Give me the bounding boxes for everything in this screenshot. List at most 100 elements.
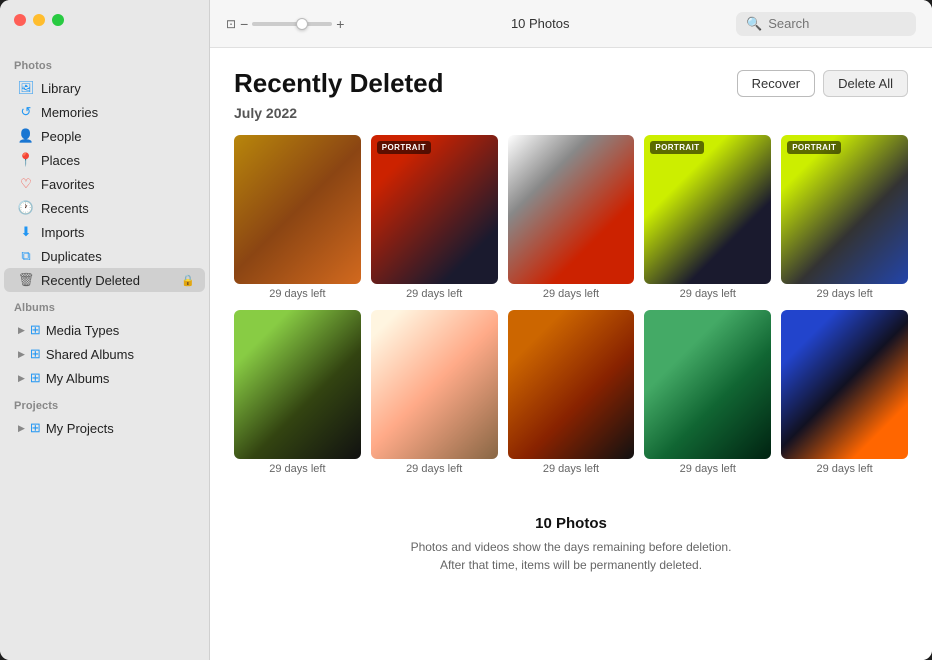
trash-icon: 🗑: [18, 272, 34, 288]
places-icon: 📍: [18, 152, 34, 168]
photo-item[interactable]: 29 days left: [508, 310, 635, 475]
photo-thumbnail: [508, 135, 635, 284]
photo-days-label: 29 days left: [816, 463, 872, 475]
photo-days-label: 29 days left: [406, 463, 462, 475]
close-button[interactable]: [14, 14, 26, 26]
toolbar: ⊡ − + 10 Photos 🔍: [210, 0, 932, 48]
action-buttons: Recover Delete All: [737, 70, 908, 97]
chevron-right-icon: ▶: [18, 325, 25, 336]
photo-item[interactable]: 29 days left: [234, 135, 361, 300]
search-input[interactable]: [768, 16, 908, 31]
sidebar-item-label: Duplicates: [41, 249, 102, 264]
photo-thumbnail: PORTRAIT: [644, 135, 771, 284]
photo-grid: 29 days left PORTRAIT 29 days left 29 da…: [234, 135, 908, 475]
duplicates-icon: ⧉: [18, 248, 34, 264]
sidebar-item-imports[interactable]: ⬇ Imports: [4, 220, 205, 244]
photo-item[interactable]: 29 days left: [371, 310, 498, 475]
photo-thumbnail: [781, 310, 908, 459]
photo-days-label: 29 days left: [406, 288, 462, 300]
sidebar-item-duplicates[interactable]: ⧉ Duplicates: [4, 244, 205, 268]
sidebar-item-label: Recently Deleted: [41, 273, 140, 288]
photo-item[interactable]: 29 days left: [234, 310, 361, 475]
recents-icon: 🕐: [18, 200, 34, 216]
traffic-lights: [14, 14, 64, 26]
zoom-minus-icon[interactable]: −: [240, 16, 248, 32]
sidebar-item-recently-deleted[interactable]: 🗑 Recently Deleted 🔒: [4, 268, 205, 292]
content-area: Recently Deleted Recover Delete All July…: [210, 48, 932, 660]
photo-item[interactable]: 29 days left: [781, 310, 908, 475]
delete-all-button[interactable]: Delete All: [823, 70, 908, 97]
my-albums-icon: ⊞: [30, 370, 41, 386]
lock-icon: 🔒: [181, 274, 195, 287]
sidebar-item-places[interactable]: 📍 Places: [4, 148, 205, 172]
photo-days-label: 29 days left: [816, 288, 872, 300]
main-content: ⊡ − + 10 Photos 🔍 Recently Deleted Recov…: [210, 0, 932, 660]
photo-days-label: 29 days left: [269, 463, 325, 475]
sidebar-item-favorites[interactable]: ♡ Favorites: [4, 172, 205, 196]
photo-item[interactable]: PORTRAIT 29 days left: [781, 135, 908, 300]
photo-item[interactable]: PORTRAIT 29 days left: [371, 135, 498, 300]
photo-thumbnail: PORTRAIT: [371, 135, 498, 284]
search-icon: 🔍: [746, 16, 762, 32]
footer-count: 10 Photos: [234, 515, 908, 532]
sidebar-item-label: Shared Albums: [46, 347, 134, 362]
photo-item[interactable]: 29 days left: [644, 310, 771, 475]
sidebar-item-recents[interactable]: 🕐 Recents: [4, 196, 205, 220]
sidebar-item-shared-albums[interactable]: ▶ ⊞ Shared Albums: [4, 342, 205, 366]
sidebar-item-my-projects[interactable]: ▶ ⊞ My Projects: [4, 416, 205, 440]
photo-thumbnail: [508, 310, 635, 459]
photo-days-label: 29 days left: [680, 463, 736, 475]
photo-days-label: 29 days left: [543, 463, 599, 475]
footer-desc-line1: Photos and videos show the days remainin…: [411, 540, 732, 554]
portrait-badge: PORTRAIT: [787, 141, 841, 154]
slideshow-icon: ⊡: [226, 17, 236, 31]
content-header: Recently Deleted Recover Delete All: [234, 68, 908, 99]
chevron-right-icon: ▶: [18, 349, 25, 360]
sidebar-item-label: Media Types: [46, 323, 119, 338]
sidebar-item-label: People: [41, 129, 81, 144]
photo-item[interactable]: 29 days left: [508, 135, 635, 300]
library-icon: 🖼: [18, 80, 34, 96]
app-window: Photos 🖼 Library ↺ Memories 👤 People 📍 P…: [0, 0, 932, 660]
sidebar-item-people[interactable]: 👤 People: [4, 124, 205, 148]
zoom-plus-icon[interactable]: +: [336, 16, 344, 32]
projects-section-label: Projects: [0, 390, 209, 416]
minimize-button[interactable]: [33, 14, 45, 26]
photo-thumbnail: [644, 310, 771, 459]
sidebar-item-label: My Albums: [46, 371, 110, 386]
memories-icon: ↺: [18, 104, 34, 120]
imports-icon: ⬇: [18, 224, 34, 240]
photo-thumbnail: [371, 310, 498, 459]
footer-desc-line2: After that time, items will be permanent…: [440, 558, 702, 572]
media-types-icon: ⊞: [30, 322, 41, 338]
shared-albums-icon: ⊞: [30, 346, 41, 362]
photo-item[interactable]: PORTRAIT 29 days left: [644, 135, 771, 300]
portrait-badge: PORTRAIT: [377, 141, 431, 154]
toolbar-title: 10 Photos: [354, 16, 726, 31]
sidebar-item-memories[interactable]: ↺ Memories: [4, 100, 205, 124]
recover-button[interactable]: Recover: [737, 70, 815, 97]
photo-days-label: 29 days left: [680, 288, 736, 300]
sidebar-item-label: Recents: [41, 201, 89, 216]
favorites-icon: ♡: [18, 176, 34, 192]
sidebar-item-label: My Projects: [46, 421, 114, 436]
zoom-control: ⊡ − +: [226, 16, 344, 32]
albums-section-label: Albums: [0, 292, 209, 318]
sidebar-item-library[interactable]: 🖼 Library: [4, 76, 205, 100]
photos-section-label: Photos: [0, 50, 209, 76]
portrait-badge: PORTRAIT: [650, 141, 704, 154]
date-section: July 2022: [234, 105, 908, 121]
page-title: Recently Deleted: [234, 68, 444, 99]
chevron-right-icon: ▶: [18, 423, 25, 434]
sidebar-item-label: Library: [41, 81, 81, 96]
my-projects-icon: ⊞: [30, 420, 41, 436]
zoom-thumb[interactable]: [296, 18, 308, 30]
search-box[interactable]: 🔍: [736, 12, 916, 36]
sidebar-item-label: Favorites: [41, 177, 94, 192]
photo-days-label: 29 days left: [269, 288, 325, 300]
sidebar-item-my-albums[interactable]: ▶ ⊞ My Albums: [4, 366, 205, 390]
sidebar-item-media-types[interactable]: ▶ ⊞ Media Types: [4, 318, 205, 342]
photo-thumbnail: PORTRAIT: [781, 135, 908, 284]
zoom-slider[interactable]: [252, 22, 332, 26]
fullscreen-button[interactable]: [52, 14, 64, 26]
